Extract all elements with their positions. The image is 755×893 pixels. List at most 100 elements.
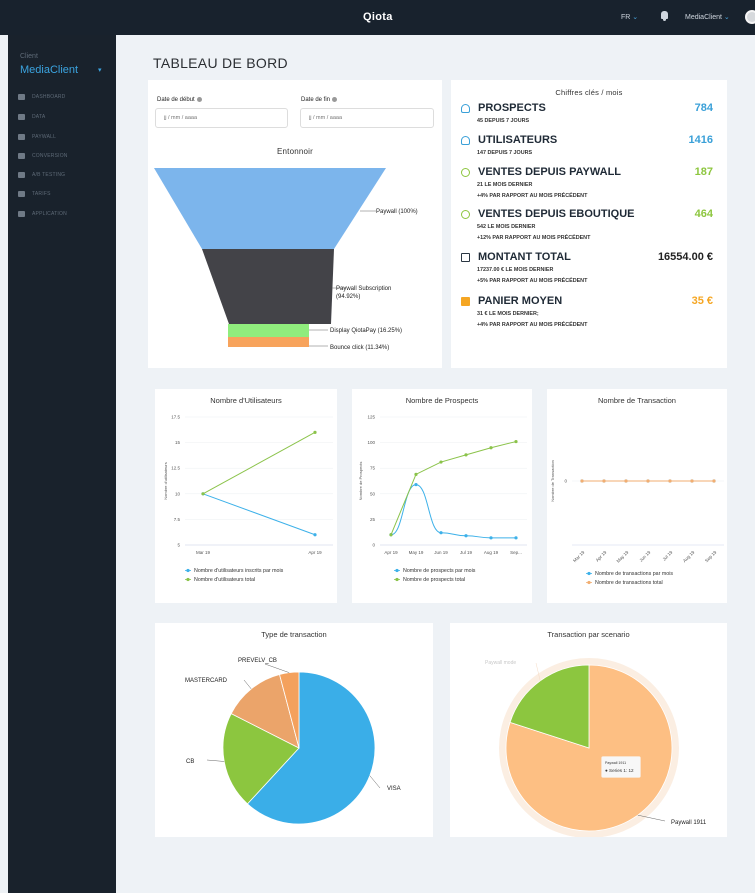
chart-title: Nombre d'Utilisateurs (210, 396, 282, 405)
funnel-label-line: (94.92%) (336, 294, 360, 300)
data-point[interactable] (646, 479, 650, 483)
y-tick-label: 0 (564, 479, 567, 484)
data-point[interactable] (489, 446, 493, 450)
help-icon (196, 97, 202, 102)
data-point[interactable] (439, 460, 443, 464)
series-line-0[interactable] (202, 493, 316, 536)
sidebar-item-tarifs[interactable]: TARIFS (18, 188, 51, 200)
y-tick-label: 12.5 (171, 466, 180, 471)
x-tick-label: May 19 (409, 550, 424, 555)
data-point[interactable] (414, 472, 418, 476)
legend-label[interactable]: Nombre de prospects total (403, 577, 465, 583)
caret-down-icon[interactable]: ▾ (98, 66, 102, 74)
data-point[interactable] (313, 533, 317, 537)
data-point[interactable] (489, 536, 493, 540)
user-icon (461, 136, 470, 145)
start-date-label: Date de début (157, 97, 202, 103)
sidebar-item-conversion[interactable]: CONVERSION (18, 150, 68, 162)
series-line-1[interactable] (202, 431, 316, 495)
y-tick-label: 5 (177, 543, 180, 548)
data-point[interactable] (464, 534, 468, 538)
page-title: TABLEAU DE BORD (153, 55, 288, 71)
data-point[interactable] (464, 453, 468, 457)
kpi-value: 464 (694, 208, 713, 220)
data-point[interactable] (514, 536, 518, 540)
data-point[interactable] (414, 482, 418, 487)
funnel-stage-bounce[interactable] (228, 337, 309, 347)
sidebar-item-dashboard[interactable]: DASHBOARD (18, 91, 65, 103)
x-tick-label: Mar 19 (196, 550, 211, 555)
x-tick-label: Mar 19 (572, 549, 586, 563)
series-line-1[interactable] (390, 441, 517, 535)
avatar[interactable] (745, 10, 755, 24)
y-tick-label: 75 (370, 466, 376, 471)
sidebar-item-paywall[interactable]: PAYWALL (18, 131, 56, 143)
funnel-stage-subscription[interactable] (202, 249, 334, 324)
end-date-input[interactable] (300, 108, 434, 128)
transaction-scenario-pie: Transaction par scenario Paywall 1911 Payw… (485, 630, 707, 837)
start-date-input[interactable] (155, 108, 288, 128)
kpi-value: 784 (694, 102, 713, 114)
pie-connector (206, 759, 225, 762)
kpi-value: 16554.00 € (657, 251, 713, 263)
kpi-value: 187 (694, 166, 713, 178)
data-point[interactable] (313, 430, 317, 434)
series-line-0[interactable] (390, 484, 516, 539)
sidebar-item-application[interactable]: APPLICATION (18, 208, 67, 220)
y-tick-label: 17.5 (171, 415, 180, 420)
conversion-icon (18, 153, 25, 159)
pie-connector (243, 679, 252, 690)
sidebar-item-data[interactable]: DATA (18, 111, 45, 123)
bell-icon[interactable] (661, 11, 668, 21)
receipt-icon (461, 253, 470, 262)
x-tick-label: Apr 19 (384, 550, 398, 555)
kpi-label: MONTANT TOTAL (478, 251, 571, 263)
kpi-subtext: +12% PAR RAPPORT AU MOIS PRÉCÉDENT (477, 235, 591, 241)
sitemap-icon (18, 211, 25, 217)
funnel-label-qiotapay: Display QiotaPay (16.25%) (330, 328, 402, 334)
data-point[interactable] (580, 479, 584, 483)
language-label: FR (621, 14, 631, 21)
data-point[interactable] (668, 479, 672, 483)
legend-label[interactable]: Nombre de transactions total (595, 580, 663, 586)
chart-title: Nombre de Prospects (406, 396, 479, 405)
client-name[interactable]: MediaClient (20, 64, 78, 76)
data-point[interactable] (624, 479, 628, 483)
kpi-label: PROSPECTS (478, 102, 546, 114)
legend-label[interactable]: Nombre de prospects par mois (403, 568, 476, 574)
transaction-type-pie: Type de transaction VISA CB MASTERCARD PREVE… (185, 630, 401, 825)
legend-label[interactable]: Nombre d'utilisateurs total (194, 577, 255, 583)
kpi-subtext: 21 LE MOIS DERNIER (477, 182, 533, 188)
legend-label[interactable]: Nombre d'utilisateurs inscrits par mois (194, 568, 284, 574)
chevron-down-icon: ⌄ (632, 14, 639, 21)
y-tick-label: 7.5 (174, 517, 181, 522)
user-menu[interactable]: MediaClient ⌄ (685, 13, 730, 21)
legend-label[interactable]: Nombre de transactions par mois (595, 571, 673, 577)
data-point[interactable] (514, 439, 518, 444)
data-point[interactable] (389, 533, 393, 537)
x-tick-label: Jun 19 (638, 549, 651, 562)
data-point[interactable] (201, 492, 205, 496)
data-point[interactable] (602, 479, 606, 483)
data-point[interactable] (712, 479, 716, 483)
funnel-stage-paywall[interactable] (154, 168, 386, 249)
y-tick-label: 50 (370, 491, 376, 496)
x-tick-label: Sep 19 (704, 549, 718, 563)
sidebar-item-label: PAYWALL (32, 134, 57, 140)
sidebar-item-ab-testing[interactable]: A/B TESTING (18, 169, 65, 181)
kpi-label: VENTES DEPUIS PAYWALL (478, 166, 622, 178)
pie-label: VISA (387, 786, 401, 792)
funnel-stage-qiotapay[interactable] (228, 324, 309, 337)
data-point[interactable] (690, 479, 694, 483)
language-select[interactable]: FR ⌄ (621, 13, 638, 21)
plus-circle-icon (461, 168, 470, 177)
pie-connector (369, 775, 381, 789)
y-axis-label: Nombre d'utilisateurs (163, 462, 168, 499)
x-tick-label: May 19 (616, 549, 630, 563)
x-tick-label: Jul 19 (662, 549, 674, 561)
tooltip-title: Paywall 1911 (605, 761, 626, 765)
data-point[interactable] (439, 531, 443, 535)
sidebar-item-label: DASHBOARD (32, 94, 66, 100)
sidebar-item-label: A/B TESTING (32, 172, 66, 178)
table-icon (461, 297, 470, 306)
